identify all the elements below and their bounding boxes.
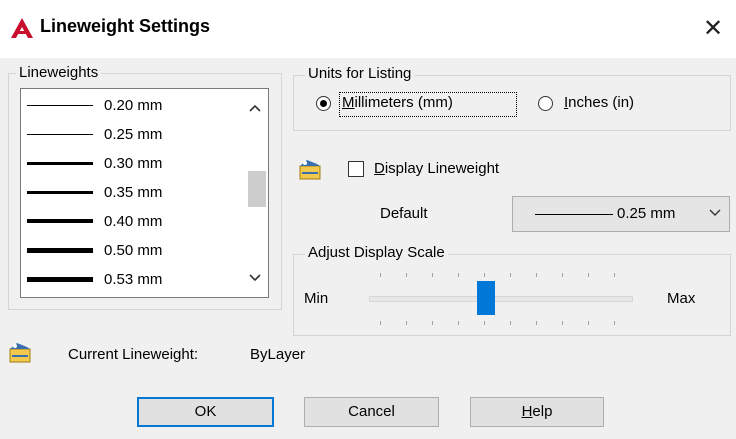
units-group-label: Units for Listing xyxy=(305,65,415,82)
chevron-down-icon xyxy=(709,204,721,220)
lineweight-sample xyxy=(27,219,93,223)
list-item[interactable]: 0.20 mm xyxy=(21,91,241,120)
display-lineweight-label[interactable]: Display Lineweight xyxy=(374,160,499,177)
lineweight-info-icon xyxy=(299,160,321,180)
list-item[interactable]: 0.53 mm xyxy=(21,265,241,294)
default-label: Default xyxy=(380,205,428,222)
list-item-label: 0.30 mm xyxy=(104,155,163,172)
current-lineweight-label: Current Lineweight: xyxy=(68,346,199,363)
list-item-label: 0.35 mm xyxy=(104,184,163,201)
close-button[interactable]: ✕ xyxy=(698,14,728,44)
lineweight-sample xyxy=(535,214,613,215)
display-scale-slider-track[interactable] xyxy=(369,296,633,302)
lineweights-group-label: Lineweights xyxy=(16,64,102,81)
lineweight-sample xyxy=(27,105,93,106)
inches-radio[interactable] xyxy=(538,96,553,111)
inches-label[interactable]: Inches (in) xyxy=(564,94,634,111)
list-item[interactable]: 0.35 mm xyxy=(21,178,241,207)
default-lineweight-value: 0.25 mm xyxy=(617,205,676,222)
lineweight-settings-dialog: Lineweight Settings ✕ Lineweights 0.20 m… xyxy=(0,0,736,439)
default-lineweight-dropdown[interactable]: 0.25 mm xyxy=(512,196,730,232)
adjust-display-scale-group xyxy=(293,254,731,336)
autocad-logo-icon xyxy=(11,18,33,38)
adjust-display-scale-label: Adjust Display Scale xyxy=(305,244,448,261)
list-item[interactable]: 0.40 mm xyxy=(21,207,241,236)
list-item-label: 0.40 mm xyxy=(104,213,163,230)
current-lineweight-value: ByLayer xyxy=(250,346,306,363)
display-lineweight-checkbox[interactable] xyxy=(348,161,364,177)
lineweight-sample xyxy=(27,277,93,282)
max-label: Max xyxy=(667,290,696,307)
cancel-button[interactable]: Cancel xyxy=(304,397,439,427)
list-item-label: 0.25 mm xyxy=(104,126,163,143)
scrollbar-thumb[interactable] xyxy=(248,171,266,207)
current-lineweight-icon xyxy=(9,343,31,363)
list-item[interactable]: 0.30 mm xyxy=(21,149,241,178)
lineweight-sample xyxy=(27,248,93,253)
list-item[interactable]: 0.50 mm xyxy=(21,236,241,265)
lineweight-sample xyxy=(27,191,93,194)
lineweights-list[interactable]: 0.20 mm 0.25 mm 0.30 mm 0.35 mm 0.40 mm … xyxy=(20,88,269,298)
scroll-down-icon[interactable] xyxy=(242,265,268,291)
list-item-label: 0.50 mm xyxy=(104,242,163,259)
help-button[interactable]: Help xyxy=(470,397,604,427)
list-item-label: 0.20 mm xyxy=(104,97,163,114)
display-scale-slider-thumb[interactable] xyxy=(477,281,495,315)
lineweight-sample xyxy=(27,162,93,165)
list-item[interactable]: 0.25 mm xyxy=(21,120,241,149)
lineweights-scrollbar[interactable] xyxy=(242,89,268,297)
ok-button[interactable]: OK xyxy=(137,397,274,427)
millimeters-label[interactable]: Millimeters (mm) xyxy=(342,94,453,111)
list-item-label: 0.53 mm xyxy=(104,271,163,288)
dialog-title: Lineweight Settings xyxy=(40,16,211,36)
scroll-up-icon[interactable] xyxy=(242,95,268,121)
millimeters-radio[interactable] xyxy=(316,96,331,111)
min-label: Min xyxy=(304,290,329,307)
lineweight-sample xyxy=(27,134,93,135)
title-bar: Lineweight Settings ✕ xyxy=(0,0,736,58)
